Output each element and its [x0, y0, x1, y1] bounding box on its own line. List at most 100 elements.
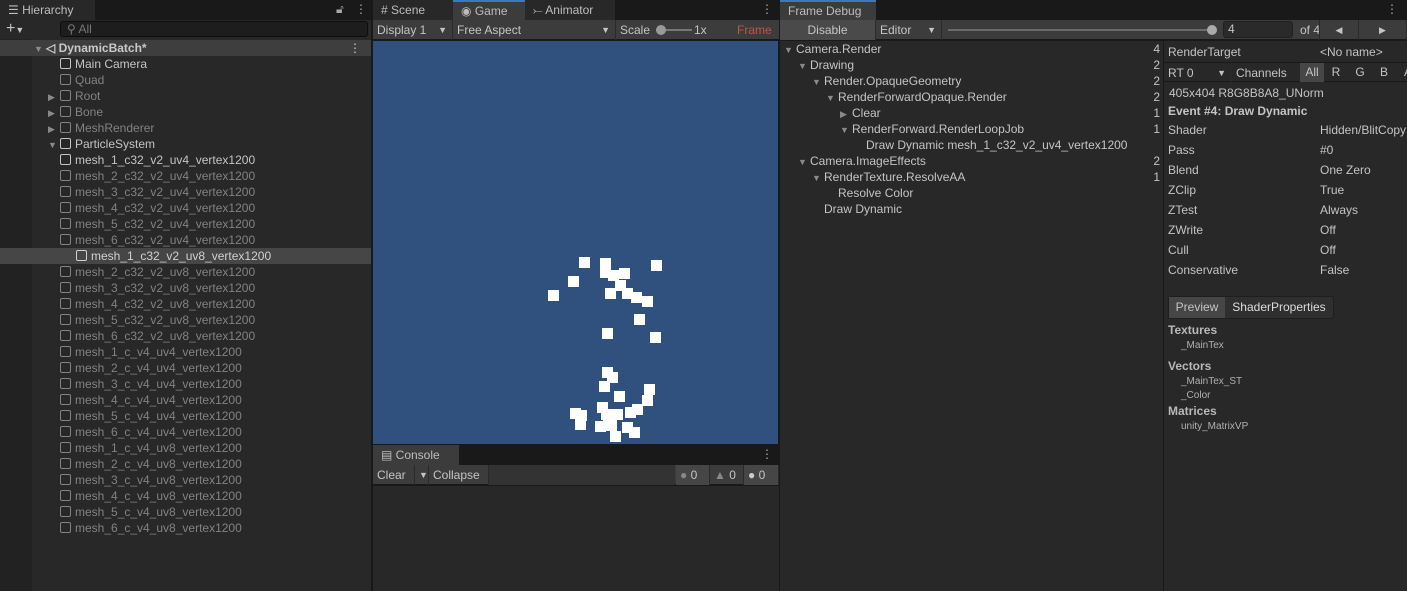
hierarchy-item[interactable]: mesh_6_c_v4_uv8_vertex1200	[60, 520, 242, 536]
hierarchy-item[interactable]: Main Camera	[48, 56, 147, 72]
scene-menu-icon[interactable]: ⋮	[349, 40, 361, 56]
game-tabbar: # Scene ◉ Game ⤚ Animator ⋮	[373, 0, 779, 20]
hierarchy-item[interactable]: Quad	[48, 72, 104, 88]
hierarchy-item[interactable]: mesh_1_c_v4_uv8_vertex1200	[60, 440, 242, 456]
add-button[interactable]: +▼	[6, 20, 24, 39]
channel-a-button[interactable]: A	[1396, 63, 1407, 82]
hierarchy-item[interactable]: mesh_6_c32_v2_uv8_vertex1200	[60, 328, 255, 344]
hierarchy-item[interactable]: mesh_5_c_v4_uv4_vertex1200	[60, 408, 242, 424]
hierarchy-item[interactable]: ▶ Bone	[48, 104, 103, 120]
gameobject-icon	[60, 202, 71, 213]
hierarchy-item[interactable]: mesh_1_c32_v2_uv8_vertex1200	[0, 248, 371, 264]
hierarchy-item[interactable]: mesh_6_c32_v2_uv4_vertex1200	[60, 232, 255, 248]
disable-button[interactable]: Disable	[780, 20, 876, 40]
game-viewport[interactable]	[373, 41, 778, 444]
particle-quad	[568, 276, 579, 287]
property-value: False	[1320, 263, 1350, 277]
gameobject-icon	[60, 394, 71, 405]
hierarchy-item[interactable]: mesh_3_c_v4_uv4_vertex1200	[60, 376, 242, 392]
hierarchy-item[interactable]: mesh_2_c_v4_uv4_vertex1200	[60, 360, 242, 376]
hierarchy-item[interactable]: mesh_5_c32_v2_uv8_vertex1200	[60, 312, 255, 328]
next-event-button[interactable]: ▶	[1359, 20, 1407, 40]
target-dropdown[interactable]: Editor ▼	[876, 20, 942, 40]
channel-g-button[interactable]: G	[1348, 63, 1372, 82]
collapse-button[interactable]: Collapse	[429, 465, 489, 485]
rt-dropdown[interactable]: RT 0 ▼	[1164, 63, 1232, 83]
more-menu-icon[interactable]: ⋮	[761, 447, 773, 461]
property-value: #0	[1320, 143, 1334, 157]
display-dropdown[interactable]: Display 1 ▼	[373, 20, 453, 40]
property-value: Always	[1320, 203, 1359, 217]
prev-event-button[interactable]: ◀	[1319, 20, 1359, 40]
aspect-dropdown[interactable]: Free Aspect ▼	[453, 20, 616, 40]
hierarchy-item[interactable]: mesh_4_c_v4_uv4_vertex1200	[60, 392, 242, 408]
event-slider[interactable]	[948, 29, 1212, 31]
tab-hierarchy[interactable]: ☰ Hierarchy	[0, 0, 95, 20]
event-tree-item[interactable]: Draw Dynamic mesh_1_c32_v2_uv4_vertex120…	[780, 137, 1160, 153]
slider-handle[interactable]	[656, 25, 666, 35]
property-label: Blend	[1168, 163, 1199, 177]
event-tree-item[interactable]: Draw Dynamic	[780, 201, 1160, 217]
search-input[interactable]: ⚲ All	[60, 21, 368, 37]
event-tree-item[interactable]: ▼ Camera.ImageEffects 2	[780, 153, 1160, 169]
tab-preview[interactable]: Preview	[1169, 297, 1225, 318]
hierarchy-item[interactable]: mesh_6_c_v4_uv4_vertex1200	[60, 424, 242, 440]
event-slider-handle[interactable]	[1207, 25, 1217, 35]
hierarchy-item[interactable]: mesh_4_c32_v2_uv4_vertex1200	[60, 200, 255, 216]
event-tree-item[interactable]: ▼ RenderForward.RenderLoopJob 1	[780, 121, 1160, 137]
lock-icon[interactable]: 🔓︎	[336, 2, 344, 17]
hierarchy-item[interactable]: mesh_1_c_v4_uv4_vertex1200	[60, 344, 242, 360]
hierarchy-item[interactable]: mesh_5_c32_v2_uv4_vertex1200	[60, 216, 255, 232]
hierarchy-item[interactable]: mesh_4_c32_v2_uv8_vertex1200	[60, 296, 255, 312]
hierarchy-item[interactable]: mesh_2_c32_v2_uv8_vertex1200	[60, 264, 255, 280]
console-icon: ▤	[381, 448, 396, 462]
gameobject-icon	[60, 298, 71, 309]
property-label: ZWrite	[1168, 223, 1204, 237]
hierarchy-item[interactable]: mesh_3_c32_v2_uv8_vertex1200	[60, 280, 255, 296]
channel-r-button[interactable]: R	[1324, 63, 1348, 82]
tab-shader-properties[interactable]: ShaderProperties	[1225, 297, 1333, 318]
hierarchy-item[interactable]: mesh_3_c_v4_uv8_vertex1200	[60, 472, 242, 488]
channel-b-button[interactable]: B	[1372, 63, 1396, 82]
hierarchy-item[interactable]: mesh_2_c32_v2_uv4_vertex1200	[60, 168, 255, 184]
frame-stats-button[interactable]: Frame	[733, 20, 779, 40]
tab-frame-debug[interactable]: Frame Debug	[780, 0, 876, 20]
clear-options-dropdown[interactable]: ▼	[415, 465, 429, 485]
property-value: One Zero	[1320, 163, 1371, 177]
details-tabs: Preview ShaderProperties	[1168, 296, 1334, 319]
event-tree-item[interactable]: ▶ Clear 1	[780, 105, 1160, 121]
event-number-input[interactable]: 4	[1223, 21, 1293, 38]
more-menu-icon[interactable]: ⋮	[1386, 2, 1398, 16]
clear-button[interactable]: Clear	[373, 465, 415, 485]
scale-slider[interactable]: Scale 1x	[616, 20, 726, 40]
scene-row[interactable]: ▼ ◁ DynamicBatch* ⋮	[0, 40, 371, 56]
event-tree-item[interactable]: ▼ Camera.Render 4	[780, 41, 1160, 57]
event-tree-item[interactable]: ▼ RenderTexture.ResolveAA 1	[780, 169, 1160, 185]
tab-animator[interactable]: ⤚ Animator	[525, 0, 615, 20]
hierarchy-item[interactable]: ▶ MeshRenderer	[48, 120, 154, 136]
info-filter-button[interactable]: ● 0	[676, 465, 710, 485]
tab-scene[interactable]: # Scene	[373, 0, 453, 20]
hierarchy-item[interactable]: mesh_5_c_v4_uv8_vertex1200	[60, 504, 242, 520]
tab-console[interactable]: ▤ Console	[373, 445, 459, 465]
event-tree-item[interactable]: ▼ Render.OpaqueGeometry 2	[780, 73, 1160, 89]
hierarchy-tabbar: ☰ Hierarchy 🔓︎ ⋮	[0, 0, 371, 20]
hierarchy-item[interactable]: mesh_3_c32_v2_uv4_vertex1200	[60, 184, 255, 200]
error-filter-button[interactable]: ● 0	[744, 465, 779, 485]
event-tree-item[interactable]: ▼ RenderForwardOpaque.Render 2	[780, 89, 1160, 105]
hierarchy-item[interactable]: mesh_1_c32_v2_uv4_vertex1200	[60, 152, 255, 168]
more-menu-icon[interactable]: ⋮	[355, 2, 367, 16]
textures-header: Textures	[1168, 323, 1218, 337]
channel-all-button[interactable]: All	[1300, 63, 1324, 82]
hierarchy-item[interactable]: ▶ Root	[48, 88, 100, 104]
warning-filter-button[interactable]: ▲ 0	[710, 465, 744, 485]
event-tree-item[interactable]: ▼ Drawing 2	[780, 57, 1160, 73]
hierarchy-item[interactable]: ▼ ParticleSystem	[48, 136, 155, 152]
hierarchy-item[interactable]: mesh_2_c_v4_uv8_vertex1200	[60, 456, 242, 472]
hierarchy-item[interactable]: mesh_4_c_v4_uv8_vertex1200	[60, 488, 242, 504]
tab-game[interactable]: ◉ Game	[453, 0, 525, 20]
property-label: Conservative	[1168, 263, 1239, 277]
particle-quad	[634, 314, 645, 325]
event-tree-item[interactable]: Resolve Color	[780, 185, 1160, 201]
more-menu-icon[interactable]: ⋮	[761, 2, 773, 16]
